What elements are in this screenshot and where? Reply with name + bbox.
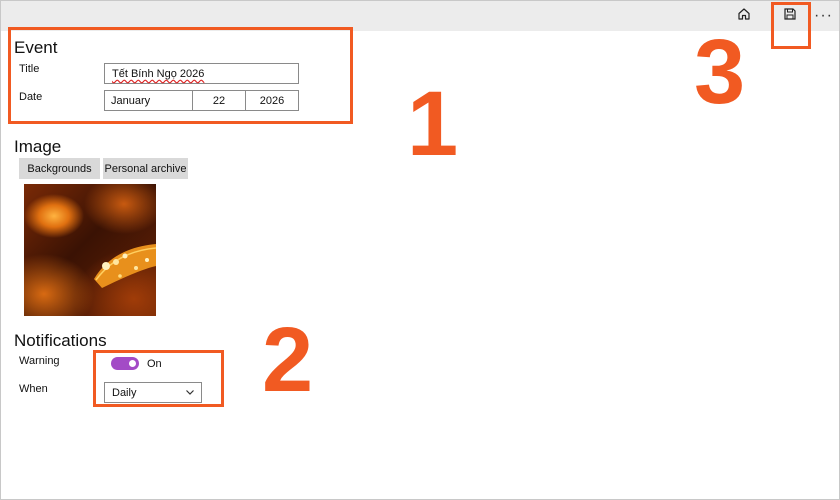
annotation-box-notifications	[93, 350, 224, 407]
annotation-box-save	[771, 2, 811, 49]
tab-backgrounds[interactable]: Backgrounds	[19, 158, 100, 179]
annotation-number-3: 3	[694, 21, 746, 123]
background-image-thumbnail[interactable]	[24, 184, 156, 316]
tab-personal-archive[interactable]: Personal archive	[103, 158, 188, 179]
image-section-title: Image	[14, 137, 62, 156]
annotation-number-2: 2	[262, 309, 314, 411]
notifications-section-title: Notifications	[14, 331, 107, 350]
annotation-number-1: 1	[407, 73, 459, 175]
leaf-with-droplets-image	[94, 244, 156, 288]
annotation-box-event	[8, 27, 353, 124]
warning-label: Warning	[19, 355, 60, 367]
more-options-button[interactable]: ···	[814, 7, 833, 25]
when-label: When	[19, 383, 48, 395]
